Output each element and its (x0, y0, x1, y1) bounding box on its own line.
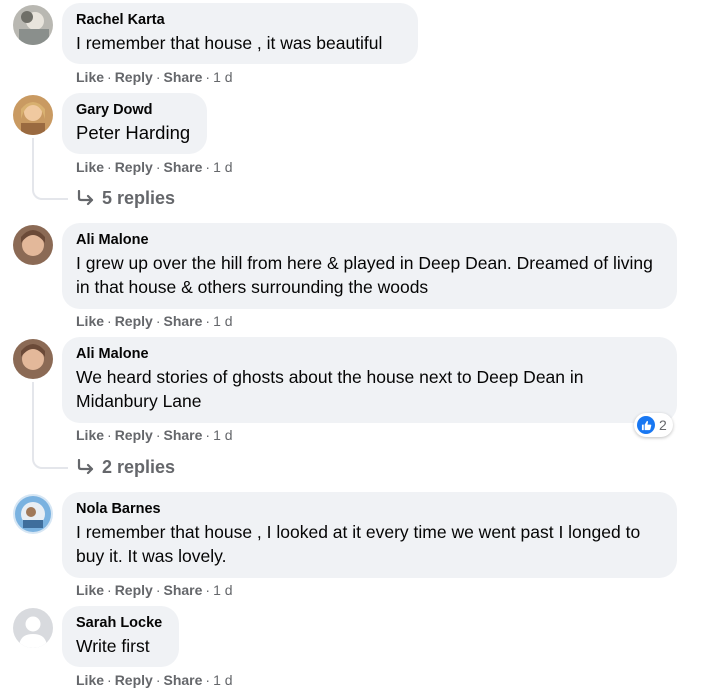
like-button[interactable]: Like (76, 69, 104, 85)
avatar[interactable] (13, 339, 53, 379)
like-button[interactable]: Like (76, 582, 104, 598)
reply-button[interactable]: Reply (115, 427, 153, 443)
comment-text: I remember that house , I looked at it e… (76, 522, 641, 566)
reply-button[interactable]: Reply (115, 159, 153, 175)
comment-timestamp[interactable]: 1 d (213, 69, 232, 85)
comment-author[interactable]: Gary Dowd (76, 101, 193, 119)
comment-actions: Like · Reply · Share · 1 d (76, 427, 233, 443)
comment-text: I grew up over the hill from here & play… (76, 253, 653, 297)
reply-arrow-icon (77, 459, 94, 475)
avatar[interactable] (13, 225, 53, 265)
reply-button[interactable]: Reply (115, 672, 153, 688)
comment-actions: Like · Reply · Share · 1 d (76, 69, 233, 85)
comment-bubble: Ali Malone We heard stories of ghosts ab… (62, 337, 677, 423)
reply-button[interactable]: Reply (115, 313, 153, 329)
comment-text: Peter Harding (76, 122, 191, 143)
comment-author[interactable]: Nola Barnes (76, 500, 663, 518)
share-button[interactable]: Share (163, 313, 202, 329)
reaction-badge[interactable]: 2 (634, 413, 673, 437)
comment-timestamp[interactable]: 1 d (213, 582, 232, 598)
like-button[interactable]: Like (76, 427, 104, 443)
comment-bubble: Nola Barnes I remember that house , I lo… (62, 492, 677, 578)
thread-line (32, 138, 68, 200)
view-replies-link[interactable]: 5 replies (76, 187, 175, 209)
reply-button[interactable]: Reply (115, 69, 153, 85)
comment-timestamp[interactable]: 1 d (213, 159, 232, 175)
comment-bubble: Gary Dowd Peter Harding (62, 93, 207, 154)
comment-author[interactable]: Ali Malone (76, 231, 663, 249)
share-button[interactable]: Share (163, 69, 202, 85)
thread-line (32, 382, 68, 469)
avatar[interactable] (13, 95, 53, 135)
comment-author[interactable]: Ali Malone (76, 345, 663, 363)
like-button[interactable]: Like (76, 159, 104, 175)
comment-actions: Like · Reply · Share · 1 d (76, 313, 233, 329)
comment-actions: Like · Reply · Share · 1 d (76, 672, 233, 688)
comment-timestamp[interactable]: 1 d (213, 672, 232, 688)
reaction-count: 2 (659, 417, 667, 433)
share-button[interactable]: Share (163, 672, 202, 688)
comment-actions: Like · Reply · Share · 1 d (76, 582, 233, 598)
avatar[interactable] (13, 494, 53, 534)
comment-actions: Like · Reply · Share · 1 d (76, 159, 233, 175)
avatar[interactable] (13, 5, 53, 45)
comment-text: Write first (76, 636, 150, 656)
share-button[interactable]: Share (163, 159, 202, 175)
comment-bubble: Sarah Locke Write first (62, 606, 179, 667)
reply-button[interactable]: Reply (115, 582, 153, 598)
replies-count: 2 replies (102, 457, 176, 477)
comment-timestamp[interactable]: 1 d (213, 313, 232, 329)
like-reaction-icon (637, 416, 655, 434)
comment-timestamp[interactable]: 1 d (213, 427, 232, 443)
view-replies-link[interactable]: 2 replies (76, 456, 175, 478)
replies-count: 5 replies (102, 188, 176, 208)
reply-arrow-icon (77, 190, 94, 206)
like-button[interactable]: Like (76, 672, 104, 688)
comment-bubble: Rachel Karta I remember that house , it … (62, 3, 418, 64)
like-button[interactable]: Like (76, 313, 104, 329)
share-button[interactable]: Share (163, 582, 202, 598)
comment-text: We heard stories of ghosts about the hou… (76, 367, 584, 411)
comment-text: I remember that house , it was beautiful (76, 33, 383, 53)
comment-bubble: Ali Malone I grew up over the hill from … (62, 223, 677, 309)
comment-author[interactable]: Rachel Karta (76, 11, 404, 29)
comment-author[interactable]: Sarah Locke (76, 614, 165, 632)
avatar[interactable] (13, 608, 53, 648)
share-button[interactable]: Share (163, 427, 202, 443)
